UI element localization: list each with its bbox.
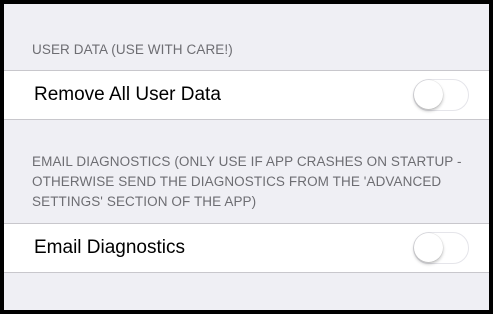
row-remove-all-user-data[interactable]: Remove All User Data bbox=[4, 70, 489, 120]
section-header-user-data: USER DATA (USE WITH CARE!) bbox=[32, 42, 233, 57]
remove-all-user-data-toggle[interactable] bbox=[413, 79, 469, 111]
email-diagnostics-toggle[interactable] bbox=[413, 232, 469, 264]
row-label-remove-all-user-data: Remove All User Data bbox=[34, 84, 221, 105]
row-label-email-diagnostics: Email Diagnostics bbox=[34, 237, 185, 258]
toggle-knob bbox=[414, 233, 443, 262]
toggle-knob bbox=[414, 80, 443, 109]
settings-screen: USER DATA (USE WITH CARE!) Remove All Us… bbox=[4, 4, 489, 310]
row-email-diagnostics[interactable]: Email Diagnostics bbox=[4, 223, 489, 273]
section-header-email-diagnostics: EMAIL DIAGNOSTICS (ONLY USE IF APP CRASH… bbox=[32, 154, 462, 209]
